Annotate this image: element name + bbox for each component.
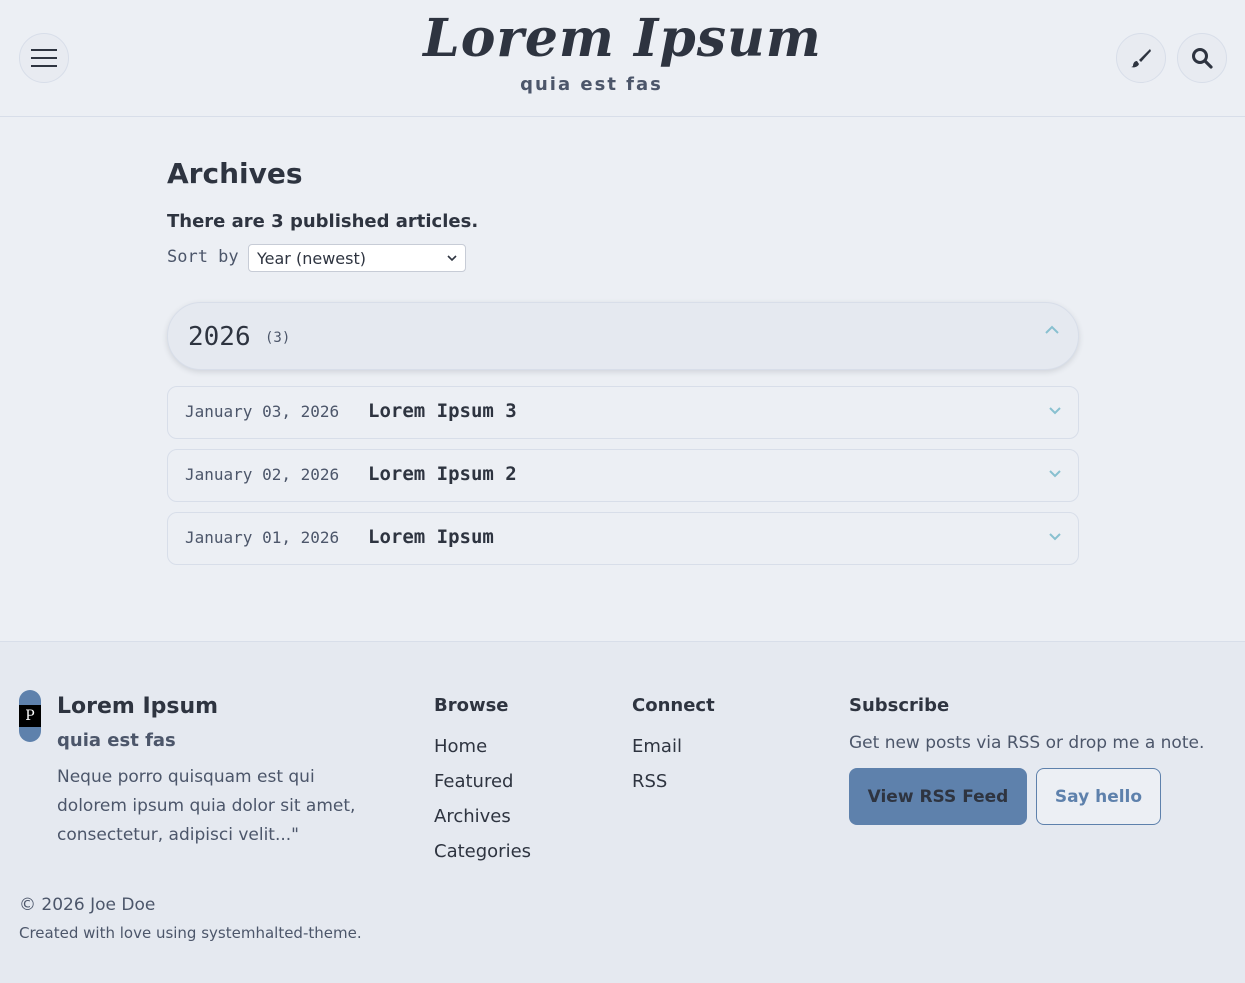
post-title[interactable]: Lorem Ipsum: [368, 526, 494, 548]
article-count: There are 3 published articles.: [167, 211, 479, 232]
site-header: Lorem Ipsum quia est fas: [0, 0, 1245, 117]
footer-title: Lorem Ipsum: [57, 694, 219, 719]
site-footer: P Lorem Ipsum quia est fas Neque porro q…: [0, 641, 1245, 983]
footer-link-rss[interactable]: RSS: [632, 771, 667, 792]
footer-link-featured[interactable]: Featured: [434, 771, 513, 792]
site-subtitle: quia est fas: [520, 74, 663, 95]
search-button[interactable]: [1177, 33, 1227, 83]
logo-letter: P: [19, 705, 41, 727]
footer-link-home[interactable]: Home: [434, 736, 487, 757]
copyright: © 2026 Joe Doe: [19, 895, 156, 915]
chevron-down-icon: [447, 255, 457, 262]
post-date: January 03, 2026: [185, 402, 340, 421]
paintbrush-icon: [1131, 49, 1151, 68]
footer-description: Neque porro quisquam est qui dolorem ips…: [57, 767, 356, 845]
year-count: (3): [265, 330, 291, 346]
footer-link-categories[interactable]: Categories: [434, 841, 531, 862]
chevron-up-icon: [1045, 325, 1059, 334]
subscribe-text: Get new posts via RSS or drop me a note.: [849, 733, 1205, 753]
footer-logo: P: [19, 690, 41, 742]
theme-button[interactable]: [1116, 33, 1166, 83]
site-title[interactable]: Lorem Ipsum: [0, 8, 1245, 69]
sort-label: Sort by: [167, 247, 239, 267]
footer-subtitle: quia est fas: [57, 730, 176, 751]
sort-select[interactable]: Year (newest): [248, 244, 466, 272]
footer-link-archives[interactable]: Archives: [434, 806, 511, 827]
credit-text: Created with love using systemhalted-the…: [19, 924, 362, 942]
post-date: January 01, 2026: [185, 528, 340, 547]
view-rss-button[interactable]: View RSS Feed: [849, 768, 1027, 825]
post-row[interactable]: January 01, 2026 Lorem Ipsum: [167, 512, 1079, 565]
post-title[interactable]: Lorem Ipsum 2: [368, 463, 517, 485]
post-date: January 02, 2026: [185, 465, 340, 484]
connect-heading: Connect: [632, 695, 715, 716]
chevron-down-icon: [1049, 470, 1061, 478]
post-row[interactable]: January 03, 2026 Lorem Ipsum 3: [167, 386, 1079, 439]
say-hello-button[interactable]: Say hello: [1036, 768, 1161, 825]
browse-heading: Browse: [434, 695, 509, 716]
subscribe-heading: Subscribe: [849, 695, 950, 716]
year-label: 2026: [188, 322, 251, 352]
post-title[interactable]: Lorem Ipsum 3: [368, 400, 517, 422]
footer-link-email[interactable]: Email: [632, 736, 682, 757]
page-title: Archives: [167, 157, 303, 190]
year-group-header[interactable]: 2026 (3): [167, 302, 1079, 370]
search-icon: [1192, 48, 1213, 69]
chevron-down-icon: [1049, 533, 1061, 541]
post-row[interactable]: January 02, 2026 Lorem Ipsum 2: [167, 449, 1079, 502]
sort-selected-value: Year (newest): [257, 248, 366, 268]
chevron-down-icon: [1049, 407, 1061, 415]
